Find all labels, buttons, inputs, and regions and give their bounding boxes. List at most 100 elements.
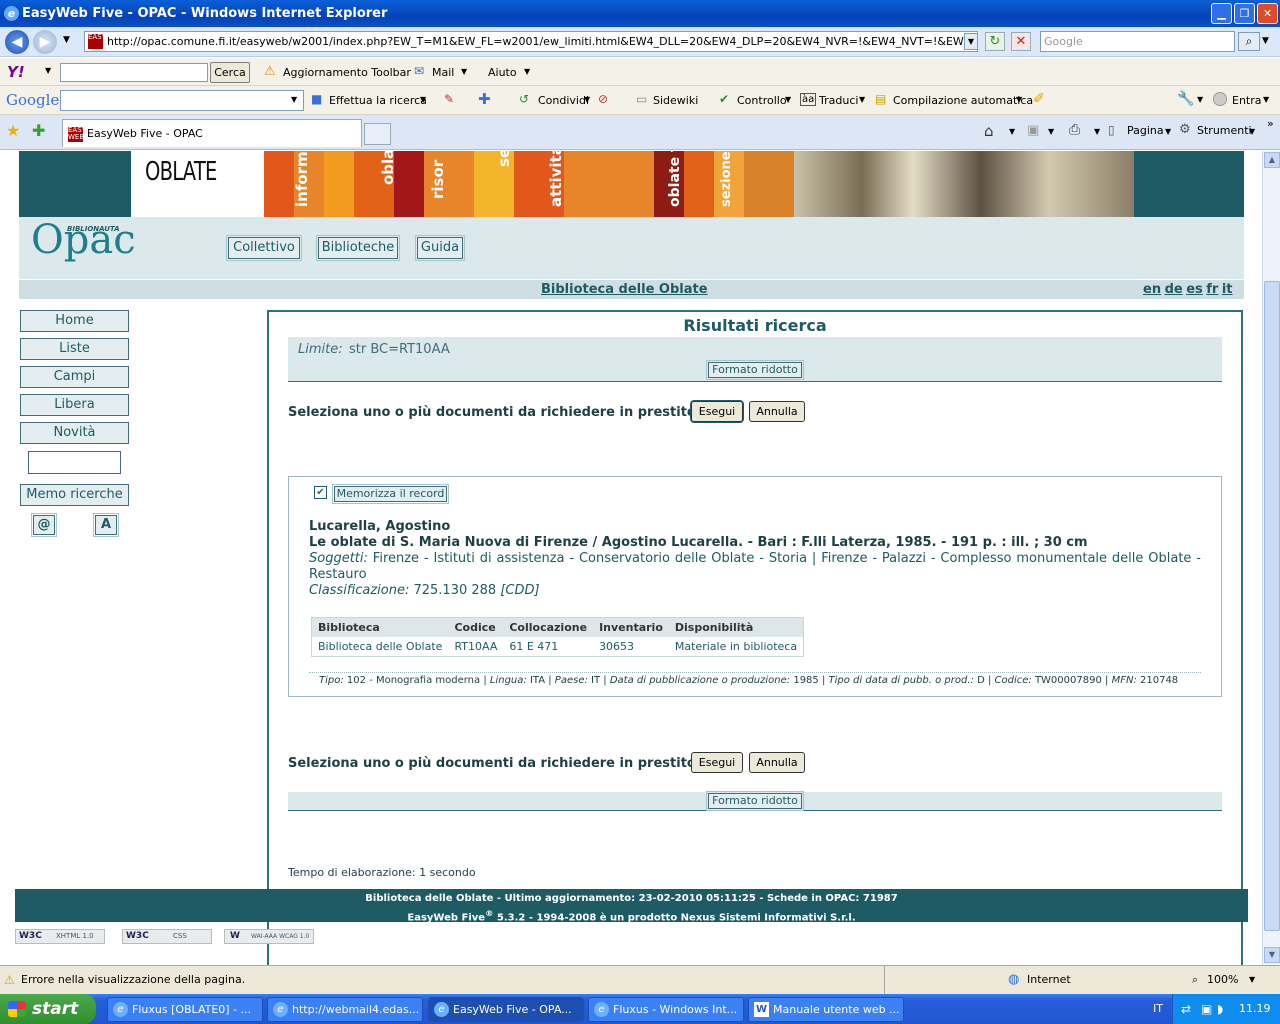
mail-dropdown-icon[interactable]: ▼ — [461, 67, 467, 76]
yahoo-search-input[interactable] — [60, 63, 208, 82]
tray-network-icon[interactable]: ⇄ — [1181, 994, 1191, 1024]
zoom-dropdown-icon[interactable]: ▼ — [1249, 966, 1255, 994]
plus-icon[interactable]: ✚ — [478, 90, 491, 108]
google-search-menu-icon[interactable]: ▼ — [420, 95, 426, 104]
w3c-css-badge[interactable]: W3C CSS — [122, 929, 212, 944]
task-manuale[interactable]: W Manuale utente web ... — [748, 997, 904, 1022]
share-dropdown-icon[interactable]: ▼ — [584, 95, 590, 104]
new-tab-button[interactable] — [364, 123, 391, 145]
opac-logo[interactable]: Opac — [31, 217, 136, 263]
nav-guida[interactable]: Guida — [415, 235, 465, 261]
translate-dropdown-icon[interactable]: ▼ — [859, 95, 865, 104]
task-fluxus-oblate[interactable]: e Fluxus [OBLATE0] - ... — [107, 997, 263, 1022]
page-menu[interactable]: Pagina — [1127, 124, 1164, 137]
start-button[interactable]: start — [0, 994, 96, 1024]
translate-button[interactable]: Traduci — [819, 94, 858, 107]
lang-es[interactable]: es — [1186, 282, 1203, 297]
side-liste-button[interactable]: Liste — [20, 338, 129, 360]
highlighter-icon[interactable]: ✐ — [1033, 91, 1045, 107]
side-libera-button[interactable]: Libera — [20, 394, 129, 416]
signin-dropdown-icon[interactable]: ▼ — [1263, 95, 1269, 104]
execute-button-bottom[interactable]: Esegui — [691, 752, 743, 773]
scroll-up-icon[interactable]: ▲ — [1264, 152, 1280, 168]
task-fluxus-ie[interactable]: e Fluxus - Windows Int... — [588, 997, 744, 1022]
side-home-button[interactable]: Home — [20, 310, 129, 332]
search-options-icon[interactable]: ▼ — [1262, 36, 1269, 46]
autofill-button[interactable]: Compilazione automatica — [893, 94, 1033, 107]
close-window-button[interactable]: ✕ — [1257, 3, 1278, 24]
page-dropdown-icon[interactable]: ▼ — [1165, 127, 1171, 136]
tools-dropdown-icon[interactable]: ▼ — [1249, 127, 1255, 136]
search-icon[interactable]: ⌕ — [1238, 32, 1260, 51]
side-campi-button[interactable]: Campi — [20, 366, 129, 388]
tray-volume-icon[interactable]: ◗ — [1217, 994, 1223, 1024]
yahoo-search-button[interactable]: Cerca — [210, 62, 250, 83]
tools-menu[interactable]: Strumenti — [1197, 124, 1252, 137]
format-reduced-button-bottom[interactable]: Formato ridotto — [706, 791, 804, 811]
forward-button[interactable]: ▶ — [33, 30, 57, 54]
page-scrollbar[interactable]: ▲ ▼ — [1262, 151, 1280, 965]
bookmark-icon[interactable]: ✎ — [444, 92, 454, 106]
spellcheck-dropdown-icon[interactable]: ▼ — [785, 95, 791, 104]
signin-button[interactable]: Entra — [1232, 94, 1262, 107]
yahoo-menu-icon[interactable]: ▼ — [45, 66, 51, 75]
spellcheck-button[interactable]: Controllo — [737, 94, 787, 107]
settings-dropdown-icon[interactable]: ▼ — [1197, 95, 1203, 104]
cancel-button-top[interactable]: Annulla — [749, 401, 805, 422]
lang-it[interactable]: it — [1222, 282, 1233, 297]
wrench-icon[interactable]: 🔧 — [1177, 91, 1194, 107]
google-search-input[interactable] — [60, 90, 304, 111]
execute-button-top[interactable]: Esegui — [690, 400, 744, 423]
status-text[interactable]: Errore nella visualizzazione della pagin… — [21, 966, 245, 994]
minimize-button[interactable]: ▁ — [1211, 3, 1232, 24]
scroll-thumb[interactable] — [1264, 281, 1280, 931]
stop-icon[interactable]: ✕ — [1011, 32, 1031, 51]
favorites-star-icon[interactable]: ★ — [6, 121, 20, 140]
side-memo-button[interactable]: Memo ricerche — [20, 484, 129, 506]
refresh-icon[interactable]: ↻ — [985, 32, 1005, 51]
side-search-input[interactable] — [28, 451, 121, 474]
google-search-dropdown-icon[interactable]: ▼ — [291, 95, 297, 104]
lang-en[interactable]: en — [1143, 282, 1161, 297]
email-button[interactable]: @ — [31, 513, 57, 537]
share-button[interactable]: Condividi — [538, 94, 589, 107]
toolbar-update-button[interactable]: Aggiornamento Toolbar — [283, 66, 411, 79]
clock[interactable]: 11.19 — [1239, 1002, 1271, 1015]
record-checkbox[interactable]: ✔ — [314, 486, 327, 499]
sidewiki-button[interactable]: Sidewiki — [653, 94, 698, 107]
feeds-icon[interactable]: ▣ — [1027, 123, 1039, 138]
tab-easyweb[interactable]: EASY WEB EasyWeb Five - OPAC — [62, 119, 362, 147]
lang-fr[interactable]: fr — [1206, 282, 1218, 297]
nav-biblioteche[interactable]: Biblioteche — [316, 235, 400, 261]
maximize-button[interactable]: ❐ — [1234, 3, 1255, 24]
wai-badge[interactable]: W WAI-AAA WCAG 1.0 — [224, 929, 314, 944]
nav-collettivo[interactable]: Collettivo — [226, 235, 302, 261]
address-dropdown-icon[interactable]: ▼ — [964, 33, 978, 50]
home-icon[interactable]: ⌂ — [984, 122, 994, 140]
search-input[interactable]: Google — [1040, 31, 1235, 52]
cancel-button-bottom[interactable]: Annulla — [749, 752, 805, 773]
side-novita-button[interactable]: Novità — [20, 422, 129, 444]
help-dropdown-icon[interactable]: ▼ — [524, 67, 530, 76]
yahoo-logo-icon[interactable]: Y! — [7, 63, 25, 81]
yahoo-help-button[interactable]: Aiuto — [488, 66, 517, 79]
tray-monitor-icon[interactable]: ▣ — [1201, 994, 1212, 1024]
status-warning-icon[interactable]: ⚠ — [4, 966, 15, 994]
input-language[interactable]: IT — [1153, 1002, 1163, 1015]
lang-de[interactable]: de — [1165, 282, 1183, 297]
autofill-dropdown-icon[interactable]: ▼ — [1016, 95, 1022, 104]
toolbar-overflow-icon[interactable]: » — [1267, 117, 1274, 130]
memo-record-button[interactable]: Memorizza il record — [332, 484, 449, 504]
task-easyweb[interactable]: e EasyWeb Five - OPA... — [428, 997, 584, 1022]
yahoo-mail-button[interactable]: Mail — [432, 66, 454, 79]
print-icon[interactable]: ⎙ — [1069, 122, 1080, 138]
library-link[interactable]: Biblioteca delle Oblate — [541, 282, 708, 297]
feeds-dropdown-icon[interactable]: ▼ — [1048, 127, 1054, 136]
w3c-xhtml-badge[interactable]: W3C XHTML 1.0 — [15, 929, 105, 944]
task-webmail[interactable]: e http://webmail4.edas... — [267, 997, 423, 1022]
format-reduced-button[interactable]: Formato ridotto — [706, 360, 804, 380]
home-dropdown-icon[interactable]: ▼ — [1009, 127, 1015, 136]
add-favorites-icon[interactable]: ✚ — [32, 121, 45, 140]
popup-blocker-icon[interactable]: ⊘ — [598, 92, 608, 106]
history-dropdown-icon[interactable]: ▼ — [63, 35, 70, 45]
